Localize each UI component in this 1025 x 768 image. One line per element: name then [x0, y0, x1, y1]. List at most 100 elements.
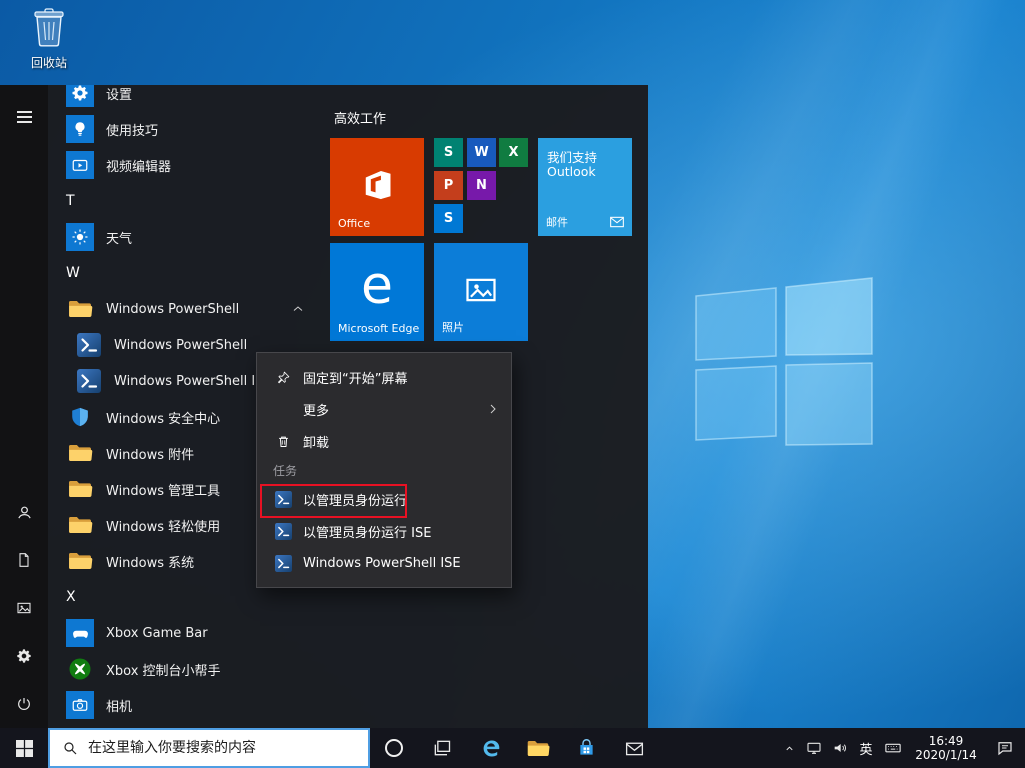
tile-mail[interactable]: 我们支持 Outlook 邮件 — [538, 138, 632, 236]
cm-item-run-ise-as-administrator[interactable]: 以管理员身份运行 ISE — [257, 515, 511, 547]
store-bag-icon — [576, 738, 597, 759]
powershell-context-menu: 固定到“开始”屏幕 更多 卸载 任务 以管理员身份运行 以管理员身份运行 ISE… — [256, 352, 512, 588]
network-button[interactable] — [801, 728, 827, 768]
mail-button[interactable] — [610, 728, 658, 768]
desktop: 回收站 — [0, 0, 1025, 768]
powershell-icon — [273, 555, 293, 572]
app-item-label: Windows 系统 — [106, 552, 194, 571]
small-tile-group: S W X P N S — [434, 138, 528, 236]
tile-group-title[interactable]: 高效工作 — [334, 108, 386, 127]
pictures-button[interactable] — [0, 584, 48, 632]
start-button[interactable] — [0, 728, 48, 768]
app-item-label: Xbox Game Bar — [106, 626, 208, 641]
tile-onenote[interactable]: N — [467, 171, 496, 200]
documents-button[interactable] — [0, 536, 48, 584]
app-item-xbox-console-companion[interactable]: Xbox 控制台小帮手 — [48, 651, 328, 687]
tile-photos[interactable]: 照片 — [434, 243, 528, 341]
taskbar-search-box[interactable] — [48, 728, 370, 768]
cm-item-more[interactable]: 更多 — [257, 393, 511, 425]
task-view-icon — [432, 738, 452, 758]
network-icon — [806, 740, 822, 756]
mail-tile-text: Outlook — [547, 164, 596, 179]
recycle-bin-icon — [31, 6, 67, 48]
user-icon — [16, 504, 33, 521]
tile-sway[interactable]: S — [434, 138, 463, 167]
search-icon — [62, 740, 78, 756]
action-center-button[interactable] — [985, 728, 1025, 768]
section-letter: X — [66, 589, 76, 605]
cm-section-tasks: 任务 — [257, 457, 511, 483]
folder-icon — [526, 738, 550, 759]
app-item-camera[interactable]: 相机 — [48, 687, 328, 723]
power-icon — [16, 696, 32, 712]
app-item-weather[interactable]: 天气 — [48, 219, 328, 255]
tile-letter: S — [444, 211, 453, 226]
app-item-label: 使用技巧 — [106, 120, 158, 139]
file-explorer-button[interactable] — [514, 728, 562, 768]
cm-item-windows-powershell-ise[interactable]: Windows PowerShell ISE — [257, 547, 511, 579]
tile-label: Office — [338, 217, 370, 230]
chevron-up-icon — [784, 743, 795, 754]
section-header-w[interactable]: W — [48, 255, 328, 291]
tile-label: 邮件 — [546, 214, 568, 230]
store-button[interactable] — [562, 728, 610, 768]
tile-powerpoint[interactable]: P — [434, 171, 463, 200]
app-item-label: Windows 附件 — [106, 444, 194, 463]
shield-icon — [66, 403, 94, 431]
tile-letter: S — [444, 145, 453, 160]
chevron-up-icon — [292, 303, 304, 315]
cm-item-label: 以管理员身份运行 ISE — [303, 522, 431, 541]
app-item-settings[interactable]: 设置 — [48, 85, 328, 111]
xbox-icon — [66, 655, 94, 683]
sun-icon — [66, 223, 94, 251]
folder-icon — [66, 547, 94, 575]
edge-icon — [479, 737, 502, 760]
volume-button[interactable] — [827, 728, 853, 768]
app-item-label: 设置 — [106, 85, 132, 103]
section-header-t[interactable]: T — [48, 183, 328, 219]
folder-icon — [66, 511, 94, 539]
app-item-windows-powershell-folder[interactable]: Windows PowerShell — [48, 291, 328, 327]
task-view-button[interactable] — [418, 728, 466, 768]
photos-icon — [463, 272, 499, 312]
user-account-button[interactable] — [0, 488, 48, 536]
windows-logo-icon — [16, 740, 33, 757]
system-tray: 英 16:49 2020/1/14 — [777, 728, 1025, 768]
cortana-button[interactable] — [370, 728, 418, 768]
clock[interactable]: 16:49 2020/1/14 — [907, 728, 985, 768]
start-menu-rail — [0, 85, 48, 728]
cm-item-pin-to-start[interactable]: 固定到“开始”屏幕 — [257, 361, 511, 393]
tile-office[interactable]: Office — [330, 138, 424, 236]
cm-item-run-as-administrator[interactable]: 以管理员身份运行 — [257, 483, 511, 515]
rail-bottom-group — [0, 488, 48, 728]
ime-indicator[interactable]: 英 — [853, 728, 879, 768]
mail-icon — [624, 738, 645, 759]
touch-keyboard-button[interactable] — [879, 728, 907, 768]
settings-button[interactable] — [0, 632, 48, 680]
cm-item-label: 以管理员身份运行 — [303, 490, 407, 509]
cm-item-label: 固定到“开始”屏幕 — [303, 368, 407, 387]
hidden-icons-button[interactable] — [777, 728, 801, 768]
app-item-xbox-game-bar[interactable]: Xbox Game Bar — [48, 615, 328, 651]
tile-word[interactable]: W — [467, 138, 496, 167]
edge-logo: e — [361, 260, 393, 312]
cm-item-uninstall[interactable]: 卸载 — [257, 425, 511, 457]
cm-section-label: 任务 — [273, 462, 297, 479]
cm-item-label: Windows PowerShell ISE — [303, 556, 461, 571]
recycle-bin[interactable]: 回收站 — [14, 6, 84, 71]
tile-letter: N — [476, 178, 487, 193]
tile-microsoft-edge[interactable]: e Microsoft Edge — [330, 243, 424, 341]
app-item-tips[interactable]: 使用技巧 — [48, 111, 328, 147]
expand-menu-button[interactable] — [0, 93, 48, 141]
tile-excel[interactable]: X — [499, 138, 528, 167]
app-item-video-editor[interactable]: 视频编辑器 — [48, 147, 328, 183]
speaker-icon — [832, 740, 848, 756]
tile-label: Microsoft Edge — [338, 322, 419, 335]
edge-taskbar-button[interactable] — [466, 728, 514, 768]
tile-skype[interactable]: S — [434, 204, 463, 233]
app-item-label: Windows PowerShell — [106, 302, 239, 317]
tile-letter: P — [444, 178, 454, 193]
search-input[interactable] — [86, 739, 360, 757]
folder-icon — [66, 475, 94, 503]
power-button[interactable] — [0, 680, 48, 728]
